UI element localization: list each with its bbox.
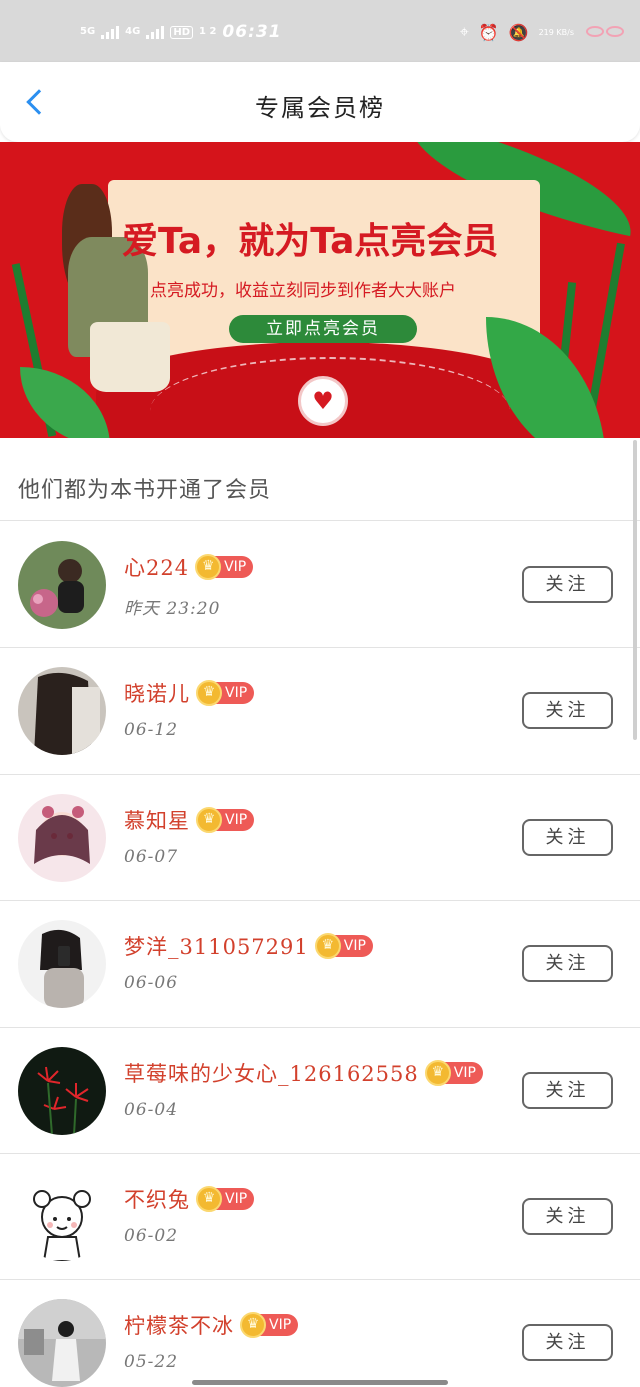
member-name[interactable]: 柠檬茶不冰 — [124, 1310, 234, 1340]
member-name[interactable]: 不织兔 — [124, 1184, 190, 1214]
vip-label: VIP — [343, 938, 366, 955]
follow-button[interactable]: 关注 — [522, 566, 613, 603]
follow-button[interactable]: 关注 — [522, 1198, 613, 1235]
divider — [0, 520, 640, 521]
crown-icon — [424, 1059, 451, 1086]
network-speed: 219 KB/s — [538, 27, 574, 37]
status-time: 06:31 — [222, 22, 282, 42]
vip-badge: VIP — [196, 680, 255, 707]
hd-sub-label: 1 2 — [199, 26, 217, 37]
member-row[interactable]: 晓诺儿 VIP 06-12 关注 — [0, 648, 640, 774]
name-line: 柠檬茶不冰 VIP — [124, 1310, 299, 1340]
scrollbar[interactable] — [633, 440, 637, 740]
network-4g-label: 4G — [125, 26, 141, 37]
activate-vip-button[interactable]: 立即点亮会员 — [229, 315, 417, 343]
follow-button[interactable]: 关注 — [522, 692, 613, 730]
vip-badge: VIP — [240, 1312, 299, 1339]
wings-icon — [584, 24, 626, 40]
name-line: 不织兔 VIP — [124, 1184, 255, 1214]
crown-icon — [196, 1186, 222, 1212]
member-row[interactable]: 不织兔 VIP 06-02 关注 — [0, 1154, 640, 1280]
vip-badge: VIP — [196, 806, 255, 833]
vip-badge: VIP — [424, 1059, 483, 1086]
crown-icon — [314, 933, 341, 960]
vip-badge: VIP — [196, 1186, 255, 1212]
avatar-red-spider-lily[interactable] — [18, 1046, 106, 1135]
member-time: 06-06 — [124, 973, 179, 994]
banner-subline: 点亮成功，收益立刻同步到作者大大账户 — [150, 281, 456, 301]
avatar-photo-girl-phone[interactable] — [18, 920, 106, 1009]
mute-icon: 🔕 — [508, 22, 529, 42]
signal-icon-2 — [146, 25, 165, 39]
avatar-cartoon-girl[interactable] — [18, 1173, 106, 1261]
vip-badge: VIP — [314, 933, 373, 960]
member-row[interactable]: 柠檬茶不冰 VIP 05-22 关注 — [0, 1280, 640, 1387]
top-nav-bar: 专属会员榜 — [0, 62, 640, 142]
member-row[interactable]: 草莓味的少女心_126162558 VIP 06-04 关注 — [0, 1028, 640, 1154]
follow-button[interactable]: 关注 — [522, 945, 613, 983]
name-line: 心224 VIP — [124, 552, 254, 582]
heart-seal-icon — [298, 376, 348, 426]
girl-illustration-skirt — [90, 322, 170, 392]
member-time: 昨天 23:20 — [124, 599, 221, 619]
avatar-anime-girl[interactable] — [18, 793, 106, 882]
network-5g-label: 5G — [80, 26, 96, 37]
member-row[interactable]: 慕知星 VIP 06-07 关注 — [0, 775, 640, 901]
banner-headline: 爱Ta，就为Ta点亮会员 — [122, 221, 499, 262]
member-row[interactable]: 心224 VIP 昨天 23:20 关注 — [0, 522, 640, 648]
alarm-icon: ⏰ — [478, 22, 499, 42]
follow-button[interactable]: 关注 — [522, 1324, 613, 1362]
status-right: ⌖ ⏰ 🔕 219 KB/s — [460, 22, 626, 42]
hd-badge: HD — [170, 25, 194, 39]
member-name[interactable]: 梦洋_311057291 — [124, 931, 309, 961]
signal-icon — [101, 25, 120, 39]
member-time: 05-22 — [124, 1352, 179, 1373]
section-title: 他们都为本书开通了会员 — [18, 478, 272, 503]
name-line: 草莓味的少女心_126162558 VIP — [124, 1058, 483, 1088]
home-indicator[interactable] — [192, 1380, 448, 1385]
vip-badge: VIP — [195, 554, 254, 580]
avatar-photo-street-girl[interactable] — [18, 1299, 106, 1387]
status-bar: 5G 4G HD 1 2 06:31 ⌖ ⏰ 🔕 219 KB/s — [0, 0, 640, 62]
follow-button[interactable]: 关注 — [522, 818, 613, 856]
member-name[interactable]: 心224 — [124, 552, 189, 582]
name-line: 慕知星 VIP — [124, 805, 255, 835]
member-name[interactable]: 慕知星 — [124, 805, 190, 835]
member-time: 06-12 — [124, 720, 179, 741]
member-time: 06-07 — [124, 846, 179, 867]
page-title: 专属会员榜 — [255, 94, 385, 122]
crown-icon — [195, 554, 222, 580]
vip-label: VIP — [225, 811, 248, 828]
vip-label: VIP — [269, 1317, 292, 1334]
name-line: 晓诺儿 VIP — [124, 678, 255, 708]
member-name[interactable]: 草莓味的少女心_126162558 — [124, 1058, 419, 1088]
member-time: 06-04 — [124, 1099, 179, 1120]
member-time: 06-02 — [124, 1226, 179, 1246]
member-name[interactable]: 晓诺儿 — [124, 678, 190, 708]
vip-label: VIP — [453, 1064, 476, 1081]
vip-label: VIP — [224, 559, 247, 575]
avatar-photo-dark-hair[interactable] — [18, 667, 106, 756]
vip-label: VIP — [225, 1191, 248, 1207]
location-icon: ⌖ — [459, 22, 469, 41]
vip-label: VIP — [225, 685, 248, 702]
crown-icon — [196, 806, 222, 833]
vip-promo-banner[interactable]: 爱Ta，就为Ta点亮会员 点亮成功，收益立刻同步到作者大大账户 立即点亮会员 — [0, 142, 640, 438]
crown-icon — [240, 1312, 266, 1339]
member-row[interactable]: 梦洋_311057291 VIP 06-06 关注 — [0, 901, 640, 1027]
follow-button[interactable]: 关注 — [522, 1071, 613, 1109]
crown-icon — [196, 680, 222, 707]
name-line: 梦洋_311057291 VIP — [124, 931, 373, 961]
avatar-photo-girl-flowers[interactable] — [18, 541, 106, 629]
status-left: 5G 4G HD 1 2 06:31 — [80, 22, 282, 42]
